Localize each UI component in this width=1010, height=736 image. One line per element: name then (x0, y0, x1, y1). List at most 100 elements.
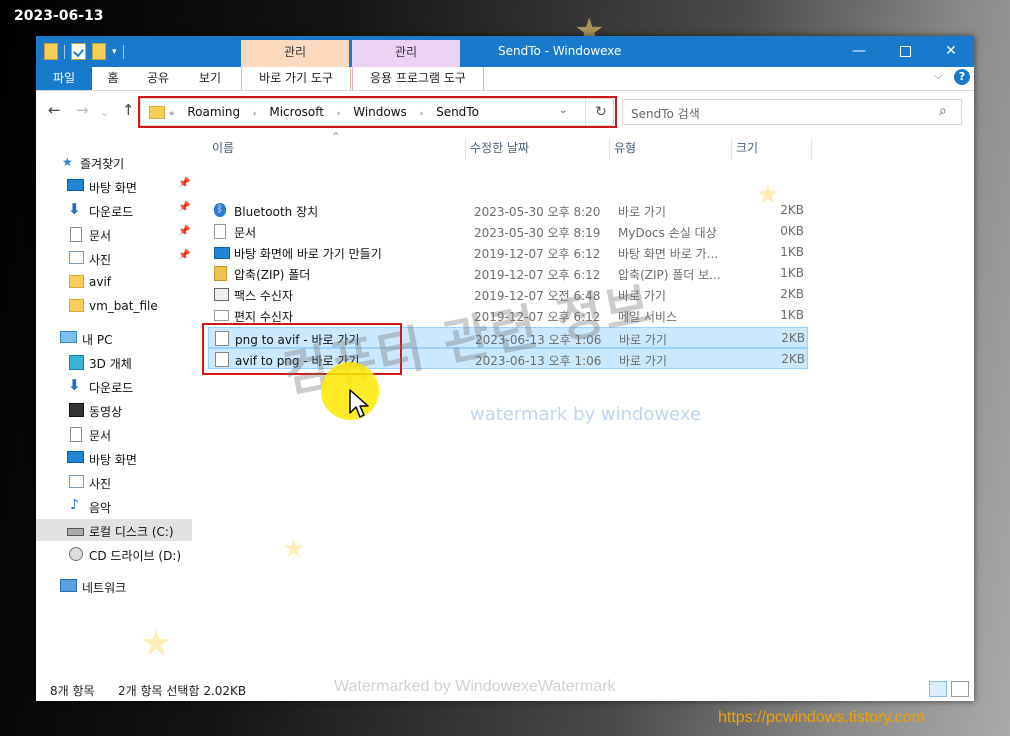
column-header-size[interactable]: 크기 (732, 138, 812, 160)
maximize-button[interactable] (882, 36, 928, 67)
minimize-button[interactable]: — (836, 36, 882, 67)
recent-locations-icon[interactable]: ⌄ (100, 105, 109, 120)
column-header-type[interactable]: 유형 (610, 138, 732, 160)
breadcrumb-windows[interactable]: Windows (353, 105, 407, 119)
sidebar-item-this-pc[interactable]: 내 PC (36, 327, 192, 349)
file-size: 2KB (781, 352, 805, 366)
sidebar-item-documents[interactable]: 문서 📌 (36, 223, 192, 245)
file-type: 바로 가기 (619, 354, 667, 368)
file-size: 2KB (781, 331, 805, 345)
cd-icon (69, 547, 83, 561)
sidebar-item-pictures[interactable]: 사진 📌 (36, 247, 192, 269)
sidebar-item-network[interactable]: 네트워크 (36, 575, 192, 597)
window-title: SendTo - Windowexe (498, 44, 622, 58)
sidebar-item-videos[interactable]: 동영상 (36, 399, 192, 421)
sidebar-label: vm_bat_file (89, 299, 158, 313)
sidebar-item-cd-drive-d[interactable]: CD 드라이브 (D:) (36, 543, 192, 565)
large-icons-view-icon[interactable] (951, 681, 969, 697)
up-icon[interactable]: ↑ (122, 103, 135, 118)
desktop-icon (214, 247, 230, 259)
tab-view[interactable]: 보기 (188, 67, 232, 90)
file-row[interactable]: 압축(ZIP) 폴더 2019-12-07 오후 6:12 압축(ZIP) 폴더… (208, 263, 808, 284)
sidebar-item-music[interactable]: ♪ 음악 (36, 495, 192, 517)
sidebar-item-3d-objects[interactable]: 3D 개체 (36, 351, 192, 373)
expand-ribbon-icon[interactable]: ⌵ (934, 69, 942, 83)
sidebar-item-local-disk-c[interactable]: 로컬 디스크 (C:) (36, 519, 192, 541)
download-icon: ⬇ (68, 200, 81, 218)
customize-toolbar-icon[interactable]: ▾ (112, 47, 117, 57)
file-name: 팩스 수신자 (234, 289, 294, 303)
properties-icon[interactable] (71, 43, 86, 60)
file-type: 바로 가기 (618, 205, 666, 219)
folder-icon (69, 299, 84, 312)
breadcrumb-roaming[interactable]: Roaming (187, 105, 240, 119)
help-icon[interactable]: ? (954, 69, 970, 85)
forward-icon[interactable]: → (76, 103, 89, 118)
pin-icon[interactable]: 📌 (178, 202, 190, 213)
tab-shortcut-tools[interactable]: 바로 가기 도구 (241, 67, 351, 90)
back-icon[interactable]: ← (48, 103, 61, 118)
sidebar-item-pc-downloads[interactable]: ⬇ 다운로드 (36, 375, 192, 397)
address-dropdown-icon[interactable]: ⌄ (559, 105, 567, 116)
sidebar-item-pc-documents[interactable]: 문서 (36, 423, 192, 445)
details-view-icon[interactable] (929, 681, 947, 697)
pin-icon[interactable]: 📌 (178, 178, 190, 189)
tab-home[interactable]: 홈 (96, 67, 130, 90)
tab-app-tools[interactable]: 응용 프로그램 도구 (352, 67, 484, 90)
sidebar-item-pc-pictures[interactable]: 사진 (36, 471, 192, 493)
sidebar-label: 내 PC (82, 333, 113, 347)
sidebar-item-downloads[interactable]: ⬇ 다운로드 📌 (36, 199, 192, 221)
sidebar-item-vm-bat-file[interactable]: vm_bat_file (36, 295, 192, 317)
search-icon[interactable]: ⌕ (939, 103, 947, 119)
column-header-date[interactable]: 수정한 날짜 (466, 138, 610, 160)
drive-icon (67, 528, 84, 536)
explorer-window: ▾ 관리 관리 SendTo - Windowexe — ✕ 파일 홈 공유 보… (36, 36, 974, 701)
folder-icon[interactable] (44, 43, 58, 60)
file-row[interactable]: 바탕 화면에 바로 가기 만들기 2019-12-07 오후 6:12 바탕 화… (208, 242, 808, 263)
folder-icon (69, 275, 84, 288)
desktop-icon (67, 451, 84, 463)
cube-icon (69, 355, 84, 370)
file-row[interactable]: ᛒ Bluetooth 장치 2023-05-30 오후 8:20 바로 가기 … (208, 200, 808, 221)
sidebar-item-desktop[interactable]: 바탕 화면 📌 (36, 175, 192, 197)
sidebar-item-quick-access[interactable]: ★ 즐겨찾기 (36, 151, 192, 173)
column-header-name[interactable]: 이름 (208, 138, 466, 160)
file-row[interactable]: 문서 2023-05-30 오후 8:19 MyDocs 손실 대상 0KB (208, 221, 808, 242)
file-type: 바탕 화면 바로 가... (618, 247, 719, 261)
pin-icon[interactable]: 📌 (178, 226, 190, 237)
close-button[interactable]: ✕ (928, 36, 974, 67)
watermark-bottom: Watermarked by WindowexeWatermark (334, 678, 616, 695)
sidebar-label: CD 드라이브 (D:) (89, 549, 182, 563)
mouse-cursor-icon (349, 389, 369, 418)
picture-icon (69, 251, 84, 264)
tab-share[interactable]: 공유 (136, 67, 180, 90)
breadcrumb-separator[interactable]: › (420, 109, 424, 119)
sidebar-label: 로컬 디스크 (C:) (89, 525, 174, 539)
sidebar-item-pc-desktop[interactable]: 바탕 화면 (36, 447, 192, 469)
breadcrumb-sendto[interactable]: SendTo (436, 105, 479, 119)
breadcrumb-separator[interactable]: › (253, 109, 257, 119)
star-icon: ★ (62, 155, 73, 169)
refresh-icon[interactable]: ↻ (585, 99, 616, 125)
sidebar-label: 사진 (89, 253, 112, 267)
breadcrumb-separator[interactable]: › (337, 109, 341, 119)
pin-icon[interactable]: 📌 (178, 250, 190, 261)
status-selection: 2개 항목 선택함 2.02KB (118, 684, 247, 698)
breadcrumb-overflow[interactable]: « (169, 109, 175, 119)
context-group-shortcut-tools: 관리 (241, 40, 349, 67)
sidebar-label: 즐겨찾기 (80, 157, 125, 171)
address-bar[interactable]: « Roaming › Microsoft › Windows › SendTo… (140, 98, 614, 126)
tab-file[interactable]: 파일 (36, 67, 92, 90)
document-icon (70, 427, 82, 442)
new-folder-icon[interactable] (92, 43, 106, 60)
folder-icon (149, 106, 165, 119)
desktop-icon (67, 179, 84, 191)
breadcrumb-microsoft[interactable]: Microsoft (269, 105, 324, 119)
toolbar-divider (64, 44, 65, 59)
sidebar-label: 3D 개체 (89, 357, 132, 371)
sidebar-item-avif[interactable]: avif (36, 271, 192, 293)
file-date: 2023-05-30 오후 8:19 (474, 226, 601, 240)
navigation-pane: ★ 즐겨찾기 바탕 화면 📌 ⬇ 다운로드 📌 문서 📌 사진 📌 avif v… (36, 145, 196, 645)
sidebar-label: 네트워크 (82, 581, 127, 595)
search-input[interactable]: SendTo 검색 ⌕ (622, 99, 962, 125)
